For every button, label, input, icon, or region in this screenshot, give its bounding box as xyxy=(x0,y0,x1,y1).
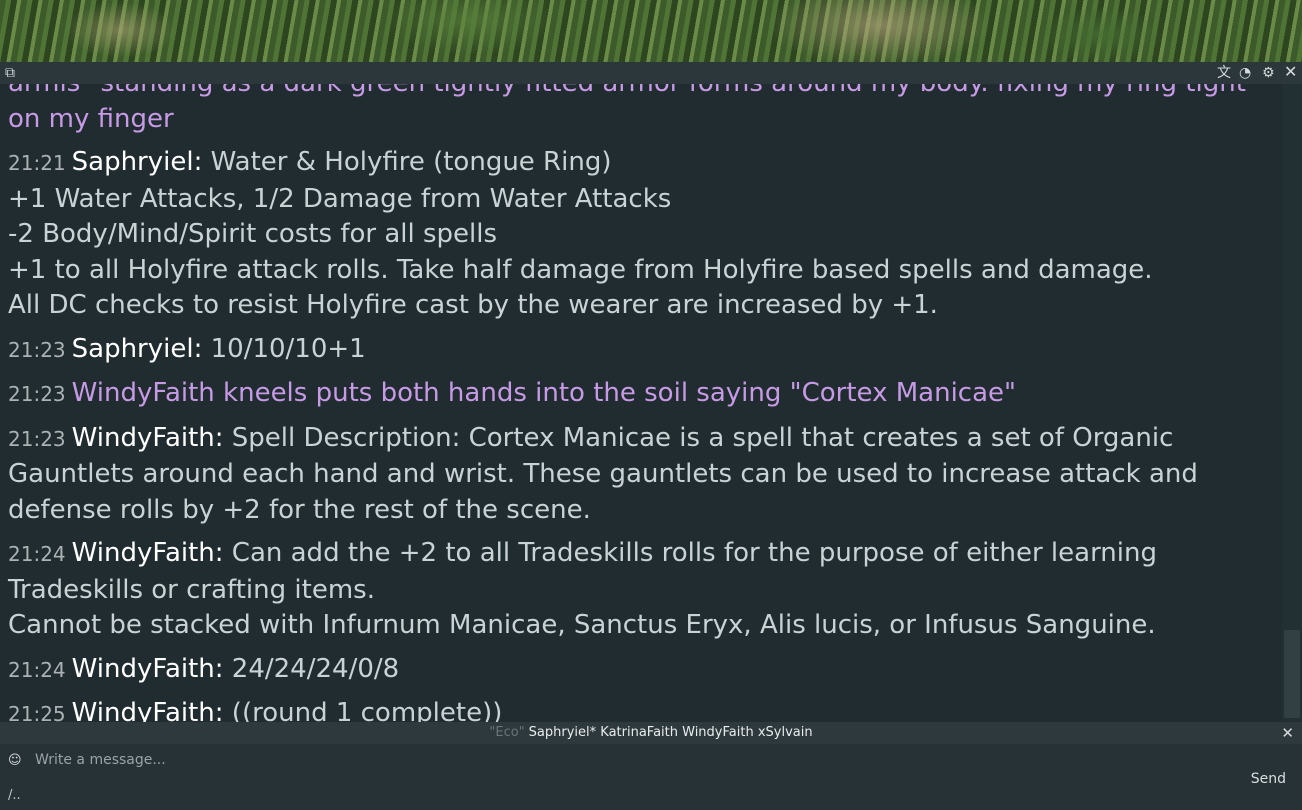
message-author[interactable]: WindyFaith: xyxy=(72,423,224,453)
chat-message: 21:24 WindyFaith: Can add the +2 to all T… xyxy=(8,536,1278,644)
popout-icon[interactable]: ⧉ xyxy=(5,66,15,80)
chat-panel: ⧉ 文 ◔ ⚙ ✕ armis" standing as a dark gree… xyxy=(0,62,1302,810)
message-timestamp: 21:24 xyxy=(8,542,66,566)
gear-icon[interactable]: ⚙ xyxy=(1262,66,1275,80)
message-timestamp: 21:24 xyxy=(8,657,66,682)
chat-message: 21:23 WindyFaith kneels puts both hands i… xyxy=(8,376,1278,413)
message-timestamp: 21:23 xyxy=(8,426,66,451)
userbar-close-icon[interactable]: ✕ xyxy=(1281,726,1294,741)
message-author[interactable]: Saphryiel: xyxy=(72,147,203,177)
message-input-area[interactable]: ☺ Write a message... Send /.. xyxy=(0,744,1302,810)
message-timestamp: 21:23 xyxy=(8,382,66,406)
send-button[interactable]: Send xyxy=(1251,771,1286,787)
message-author[interactable]: WindyFaith: xyxy=(72,654,224,684)
eco-label: "Eco" xyxy=(489,725,525,740)
message-author[interactable]: WindyFaith: xyxy=(72,538,224,568)
scrollbar[interactable] xyxy=(1282,84,1302,722)
message-author[interactable]: Saphryiel: xyxy=(72,334,203,364)
message-text: 24/24/24/0/8 xyxy=(231,653,400,684)
message-timestamp: 21:21 xyxy=(8,151,66,175)
message-text: WindyFaith kneels puts both hands into t… xyxy=(71,378,1016,408)
message-input[interactable]: Write a message... xyxy=(35,752,166,768)
chat-message: 21:24 WindyFaith: 24/24/24/0/8 xyxy=(8,652,1278,689)
message-text: ((round 1 complete)) xyxy=(231,698,503,722)
close-icon[interactable]: ✕ xyxy=(1284,64,1297,80)
chat-message: 21:23 Saphryiel: 10/10/10+1 xyxy=(8,332,1278,369)
translate-icon[interactable]: 文 xyxy=(1217,66,1231,80)
chat-message: 21:25 WindyFaith: ((round 1 complete)) xyxy=(8,696,1278,722)
message-text: armis" standing as a dark green tightly … xyxy=(8,84,1246,134)
chat-message: armis" standing as a dark green tightly … xyxy=(8,84,1278,137)
command-hint: /.. xyxy=(8,788,21,803)
message-log[interactable]: armis" standing as a dark green tightly … xyxy=(0,84,1282,722)
chat-message: 21:21 Saphryiel: Water & Holyfire (tongue… xyxy=(8,145,1278,324)
message-timestamp: 21:25 xyxy=(8,702,66,722)
user-list-bar: "Eco" Saphryiel* KatrinaFaith WindyFaith … xyxy=(0,722,1302,744)
background-image xyxy=(0,0,1302,62)
message-author[interactable]: WindyFaith: xyxy=(72,698,224,722)
chat-bubble-icon[interactable]: ◔ xyxy=(1239,66,1251,80)
chat-message: 21:23 WindyFaith: Spell Description: Cort… xyxy=(8,421,1278,529)
scrollbar-thumb[interactable] xyxy=(1284,630,1300,718)
message-list: armis" standing as a dark green tightly … xyxy=(8,84,1278,722)
emoji-icon[interactable]: ☺ xyxy=(8,754,22,768)
chat-toolbar: ⧉ 文 ◔ ⚙ ✕ xyxy=(0,62,1302,84)
message-text: 10/10/10+1 xyxy=(210,333,366,364)
message-timestamp: 21:23 xyxy=(8,337,66,362)
user-list[interactable]: Saphryiel* KatrinaFaith WindyFaith xSylv… xyxy=(529,725,813,740)
